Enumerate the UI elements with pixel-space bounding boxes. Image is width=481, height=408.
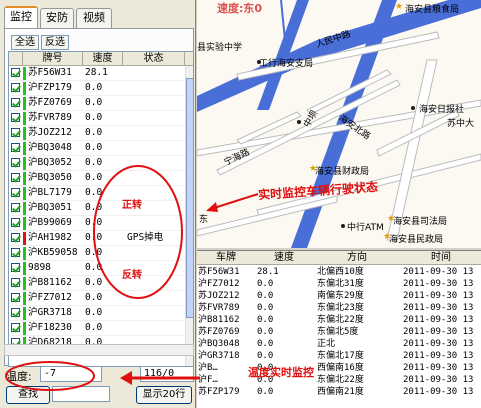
annotation-layer <box>5 165 259 391</box>
annotation-temp: 温度实时监控 <box>248 366 314 379</box>
annotation-reverse: 反转 <box>122 270 142 281</box>
annotation-forward: 正转 <box>122 200 142 211</box>
